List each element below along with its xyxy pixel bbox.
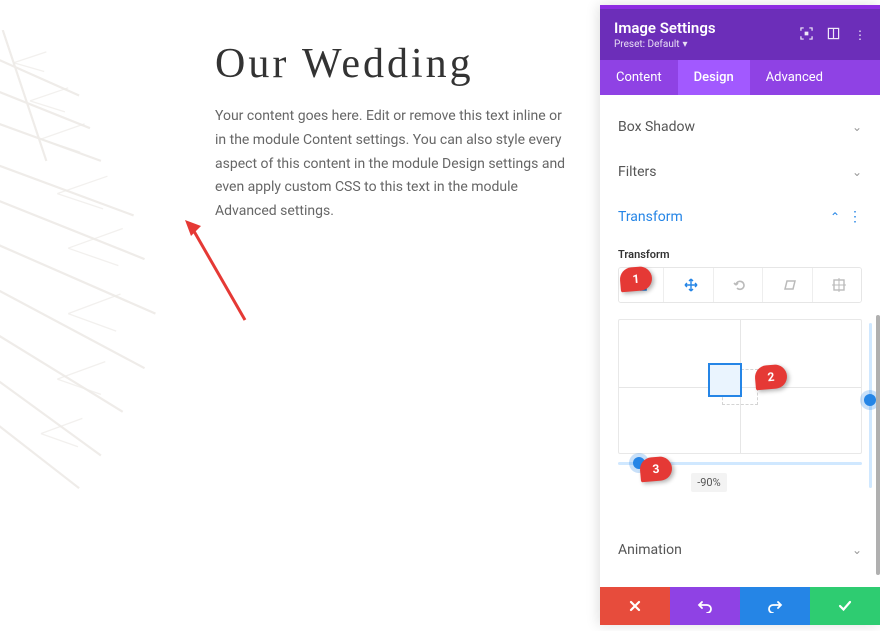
transform-toolbar: [618, 267, 862, 303]
save-button[interactable]: [810, 587, 880, 625]
focus-icon[interactable]: [800, 27, 813, 43]
undo-button[interactable]: [670, 587, 740, 625]
chevron-down-icon: ▾: [683, 39, 688, 50]
chevron-down-icon: ⌄: [852, 120, 862, 134]
transform-controls: Transform: [600, 240, 880, 512]
chevron-down-icon: ⌄: [852, 543, 862, 557]
tab-design[interactable]: Design: [678, 60, 750, 95]
settings-panel: Image Settings Preset: Default ▾ ⋮ Conte…: [600, 5, 880, 625]
transform-skew-button[interactable]: [767, 268, 812, 302]
slider-y-knob[interactable]: [864, 394, 876, 406]
panel-title: Image Settings: [614, 19, 716, 37]
preset-dropdown[interactable]: Preset: Default ▾: [614, 39, 716, 50]
page-body-text[interactable]: Your content goes here. Edit or remove t…: [215, 105, 575, 224]
slider-x-track[interactable]: [618, 462, 862, 465]
redo-button[interactable]: [740, 587, 810, 625]
panel-body: Box Shadow ⌄ Filters ⌄ Transform ⌃ ⋮ Tra…: [600, 95, 880, 587]
chevron-down-icon: ⌄: [852, 165, 862, 179]
chevron-up-icon: ⌃: [830, 210, 840, 224]
page-title: Our Wedding: [215, 40, 474, 88]
tab-advanced[interactable]: Advanced: [750, 60, 839, 95]
more-icon[interactable]: ⋮: [854, 28, 866, 42]
transform-rotate-button[interactable]: [718, 268, 763, 302]
panel-header: Image Settings Preset: Default ▾ ⋮: [600, 9, 880, 60]
more-icon[interactable]: ⋮: [848, 209, 862, 225]
tab-content[interactable]: Content: [600, 60, 678, 95]
expand-icon[interactable]: [827, 27, 840, 43]
slider-x-knob[interactable]: [633, 457, 645, 469]
scrollbar[interactable]: [876, 315, 880, 575]
transform-box[interactable]: [708, 363, 742, 397]
section-box-shadow[interactable]: Box Shadow ⌄: [600, 105, 880, 150]
section-animation[interactable]: Animation ⌄: [600, 528, 880, 573]
panel-tabs: Content Design Advanced: [600, 60, 880, 95]
fern-decoration: [0, 30, 200, 510]
section-transform[interactable]: Transform ⌃ ⋮: [600, 195, 880, 240]
transform-translate-button[interactable]: [668, 268, 713, 302]
transform-origin-button[interactable]: [817, 268, 861, 302]
help-link[interactable]: ?Help: [600, 573, 880, 587]
discard-button[interactable]: [600, 587, 670, 625]
panel-footer: [600, 587, 880, 625]
section-filters[interactable]: Filters ⌄: [600, 150, 880, 195]
transform-canvas[interactable]: [618, 319, 862, 454]
transform-x-value[interactable]: -90%: [691, 473, 726, 492]
transform-scale-button[interactable]: [619, 268, 664, 302]
slider-y-track[interactable]: [869, 323, 872, 488]
transform-label: Transform: [618, 248, 862, 261]
